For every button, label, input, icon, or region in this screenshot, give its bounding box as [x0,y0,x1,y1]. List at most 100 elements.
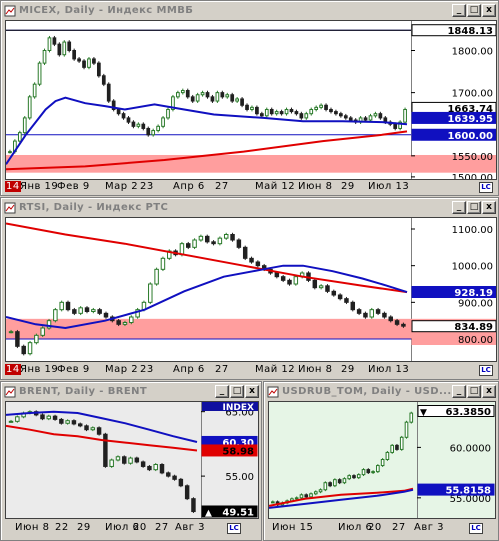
candle-body [236,239,242,248]
candle-body [409,412,414,423]
candle-body [195,94,200,102]
candle-body [77,423,83,427]
price-tick-label: 1700.00 [452,89,493,100]
ma-red-line [269,487,414,507]
x-tick-label: 20 [133,522,147,533]
candle-body [404,421,409,438]
price-marker-label: 1639.95 [447,114,493,125]
candle-body [205,92,210,98]
candle-body [8,331,14,334]
maximize-button[interactable]: □ [230,385,244,398]
usdrub-titlebar[interactable]: USDRUB_TOM, Daily - USD... _ □ x [266,384,496,399]
candle-body [37,62,42,85]
close-button[interactable]: x [482,201,496,214]
candle-body [52,37,57,45]
candle-body [154,268,159,285]
candle-body [147,465,152,471]
x-tick-label: 29 [341,364,355,375]
lc-corner-icon[interactable]: LC [227,523,241,534]
candle-body [96,62,101,77]
minimize-button[interactable]: _ [452,4,466,17]
candle-body [140,461,146,467]
candle-body [366,469,371,474]
candle-body [97,309,102,314]
usdrub-window[interactable]: USDRUB_TOM, Daily - USD... _ □ x 60.0000… [263,381,499,541]
brent-titlebar[interactable]: BRENT, Daily - BRENT _ □ x [3,384,259,399]
candle-body [293,276,299,285]
candle-body [34,334,39,344]
window-title: MICEX, Daily - Индекс ММВБ [19,5,194,16]
usdrub-x-axis: Июн 15 Июл 6 20 27 Авг 3 [268,522,468,534]
price-tick-label: 1000.00 [452,262,493,273]
candle-body [393,123,398,129]
maximize-icon: □ [469,202,479,212]
micex-window[interactable]: MICEX, Daily - Индекс ММВБ _ □ x 1800.00… [0,0,499,196]
candle-body [319,104,323,108]
candle-body [47,37,52,51]
close-button[interactable]: x [482,4,496,17]
candle-body [122,322,128,325]
maximize-button[interactable]: □ [467,201,481,214]
candle-body [215,92,220,102]
rtsi-window[interactable]: RTSI, Daily - Индекс РТС _ □ x 1100.00 10… [0,197,499,380]
brent-window[interactable]: BRENT, Daily - BRENT _ □ x 65.00 55.00 IND… [0,381,262,541]
usdrub-chart[interactable]: 60.0000 55.0000 ▼ 63.3850 55.8158 [268,401,496,519]
candle-body [324,104,328,110]
candle-body [304,113,309,119]
chart-icon [4,386,16,397]
candle-body [264,108,269,117]
ma-blue-line [6,410,198,443]
candle-body [84,425,89,431]
candle-body [129,316,134,323]
candle-body [399,436,404,450]
minimize-button[interactable]: _ [452,385,466,398]
candle-body [395,444,399,450]
candle-body [401,323,406,327]
maximize-button[interactable]: □ [467,385,481,398]
rtsi-chart[interactable]: 1100.001000.00900.00800.00928.19834.8980… [5,217,497,362]
close-button[interactable]: x [245,385,259,398]
candle-body [318,489,323,493]
minimize-button[interactable]: _ [215,385,229,398]
candle-body [84,307,90,313]
rtsi-titlebar[interactable]: RTSI, Daily - Индекс РТС _ □ x [3,200,496,215]
candle-body [179,243,185,256]
close-button[interactable]: x [482,385,496,398]
candle-body [240,98,244,106]
candle-body [57,43,62,56]
index-header-label: INDEX [223,403,254,413]
candle-body [72,309,77,314]
minimize-button[interactable]: _ [452,201,466,214]
candle-body [363,117,368,121]
candle-body [8,420,14,423]
candle-body [65,301,71,311]
candle-body [78,307,83,314]
micex-titlebar[interactable]: MICEX, Daily - Индекс ММВБ _ □ x [3,3,496,18]
candle-body [390,444,394,453]
lc-corner-icon[interactable]: LC [479,182,493,193]
candle-body [160,257,166,270]
chart-icon [4,5,16,16]
x-tick-label: Июн 8 [298,364,333,375]
lc-corner-icon[interactable]: LC [479,365,493,376]
maximize-button[interactable]: □ [467,4,481,17]
x-tick-label: Июн 15 [272,522,314,533]
brent-chart[interactable]: 65.00 55.00 INDEX 60.30 58.98 ▲ 49.51 [5,401,259,519]
candle-body [116,320,121,325]
candle-body [22,117,27,134]
price-marker-label: 1848.13 [447,26,493,37]
window-title: USDRUB_TOM, Daily - USD... [282,386,451,397]
candle-body [348,117,353,121]
candle-body [245,104,249,110]
candle-body [378,113,383,119]
minimize-icon: _ [456,202,462,212]
lc-corner-icon[interactable]: LC [469,523,483,534]
x-tick-label: 27 [155,522,169,533]
micex-chart[interactable]: 1800.00 1700.00 1550.00 1500.00 1848.13 1663.… [5,20,497,180]
ma-red-line [6,222,408,294]
candle-body [350,301,356,311]
candle-body [131,121,136,127]
close-icon: x [486,386,492,396]
candle-body [146,127,151,136]
candle-body [328,482,332,487]
